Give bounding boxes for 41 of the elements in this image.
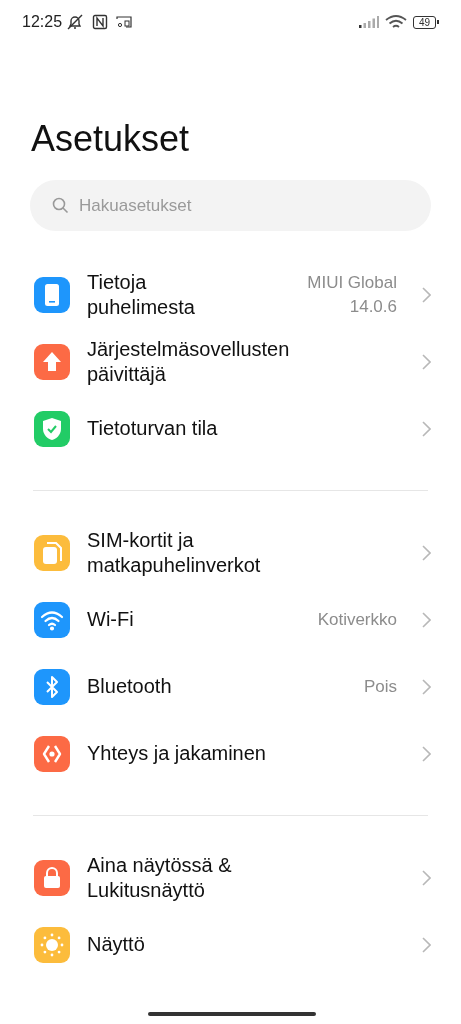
signal-icon xyxy=(358,16,379,28)
chevron-icon xyxy=(422,353,431,370)
item-label: SIM-kortit ja matkapuhelinverkot xyxy=(87,527,262,578)
settings-item[interactable]: Bluetooth Pois xyxy=(0,653,461,720)
chevron-icon xyxy=(422,611,431,628)
item-label: Tietoja puhelimesta xyxy=(87,269,196,320)
muted-bell-icon xyxy=(66,13,85,31)
item-label: Yhteys ja jakaminen xyxy=(87,741,267,766)
item-label: Näyttö xyxy=(87,932,146,957)
item-label: Aina näytössä & Lukitusnäyttö xyxy=(87,852,233,903)
item-label: Tietoturvan tila xyxy=(87,416,219,441)
settings-item[interactable]: Wi-Fi Kotiverkko xyxy=(0,586,461,653)
chevron-icon xyxy=(422,745,431,762)
wifi-icon xyxy=(384,14,407,30)
settings-item[interactable]: Tietoja puhelimesta MIUI Global 14.0.6 xyxy=(0,261,461,328)
chevron-icon xyxy=(422,420,431,437)
search-input[interactable]: Hakuasetukset xyxy=(79,192,409,219)
settings-item[interactable]: SIM-kortit ja matkapuhelinverkot xyxy=(0,519,461,586)
item-label: Wi-Fi xyxy=(87,607,135,632)
search-field[interactable]: Hakuasetukset xyxy=(30,180,431,231)
settings-item[interactable]: Yhteys ja jakaminen xyxy=(0,720,461,787)
item-label: Bluetooth xyxy=(87,674,173,699)
nfc-icon xyxy=(92,14,109,30)
status-time: 12:25 xyxy=(22,12,63,32)
settings-item[interactable]: Järjestelmäsovellusten päivittäjä xyxy=(0,328,461,395)
search-icon xyxy=(52,197,69,214)
page-title: Asetukset xyxy=(31,117,191,161)
chevron-icon xyxy=(422,936,431,953)
settings-item[interactable]: Aina näytössä & Lukitusnäyttö xyxy=(0,844,461,911)
chevron-icon xyxy=(422,869,431,886)
cast-icon xyxy=(116,15,133,29)
item-value: MIUI Global 14.0.6 xyxy=(306,271,397,318)
item-value: Kotiverkko xyxy=(317,608,397,631)
item-label: Järjestelmäsovellusten päivittäjä xyxy=(87,336,291,387)
settings-item[interactable]: Tietoturvan tila xyxy=(0,395,461,462)
chevron-icon xyxy=(422,544,431,561)
chevron-icon xyxy=(422,678,431,695)
item-value: Pois xyxy=(363,675,397,698)
chevron-icon xyxy=(422,286,431,303)
battery-indicator: 49 xyxy=(412,15,439,29)
settings-item[interactable]: Näyttö xyxy=(0,911,461,978)
